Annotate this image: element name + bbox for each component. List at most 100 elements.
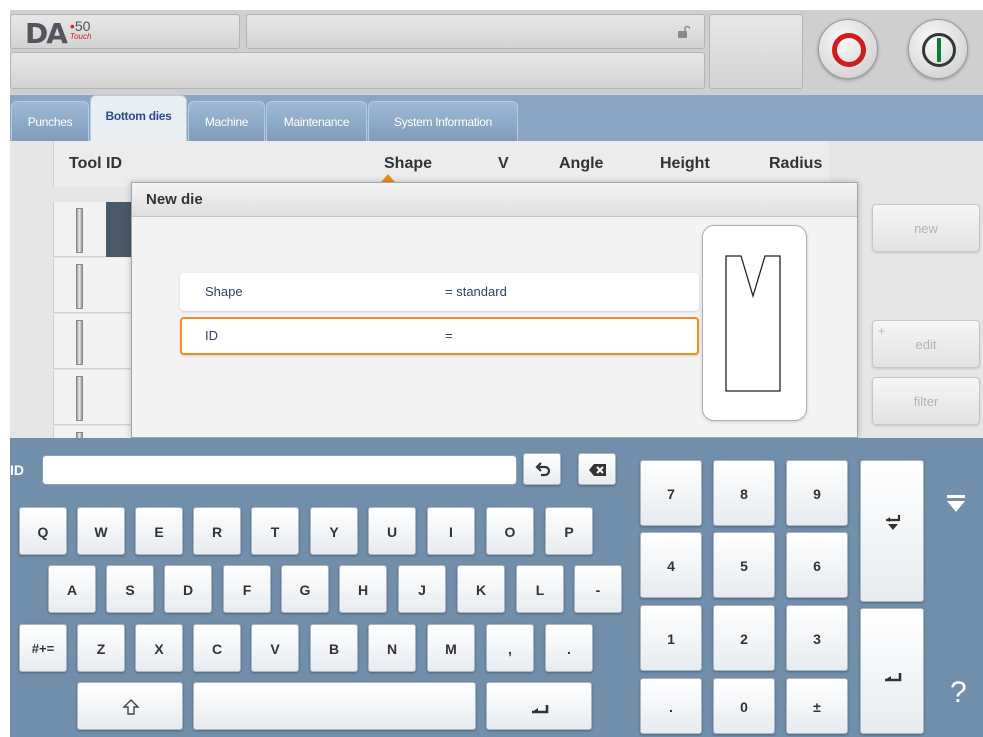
id-label: ID	[205, 328, 218, 343]
logo-text: DA	[25, 17, 68, 50]
key-j[interactable]: J	[398, 565, 446, 613]
key-g[interactable]: G	[281, 565, 329, 613]
screen: DA •50 Touch Punches Bottom dies Machine…	[10, 10, 983, 737]
numpad-4[interactable]: 4	[640, 532, 702, 598]
numpad-9[interactable]: 9	[786, 460, 848, 526]
filter-button[interactable]: filter	[872, 377, 980, 425]
key-t[interactable]: T	[251, 507, 299, 555]
shape-value: = standard	[445, 284, 507, 299]
table-row[interactable]	[53, 314, 131, 369]
table-row[interactable]	[53, 426, 131, 438]
help-icon[interactable]: ?	[950, 678, 967, 708]
numpad-1[interactable]: 1	[640, 605, 702, 671]
enter-down-key[interactable]	[860, 460, 924, 602]
shape-label: Shape	[205, 284, 243, 299]
key-x[interactable]: X	[135, 624, 183, 672]
shift-icon	[122, 699, 140, 715]
tab-machine[interactable]: Machine	[188, 101, 265, 141]
space-key[interactable]	[193, 682, 476, 730]
logo-panel: DA •50 Touch	[10, 14, 240, 49]
key-dash[interactable]: -	[574, 565, 622, 613]
shift-key[interactable]	[77, 682, 183, 730]
key-l[interactable]: L	[516, 565, 564, 613]
edit-button[interactable]: edit +	[872, 320, 980, 368]
key-n[interactable]: N	[368, 624, 416, 672]
key-a[interactable]: A	[48, 565, 96, 613]
key-p[interactable]: P	[545, 507, 593, 555]
enter-down-icon	[886, 515, 901, 530]
numpad-2[interactable]: 2	[713, 605, 775, 671]
status-panel	[246, 14, 705, 49]
column-shape[interactable]: Shape	[384, 141, 432, 187]
key-m[interactable]: M	[427, 624, 475, 672]
die-thumbnail	[76, 208, 83, 253]
table-header: Tool ID Shape V Angle Height Radius	[53, 141, 829, 187]
key-w[interactable]: W	[77, 507, 125, 555]
mode-panel	[709, 14, 803, 89]
key-r[interactable]: R	[193, 507, 241, 555]
column-radius[interactable]: Radius	[769, 141, 822, 187]
table-row[interactable]	[53, 370, 131, 425]
tab-bar: Punches Bottom dies Machine Maintenance …	[10, 95, 983, 141]
numpad-plus-minus[interactable]: ±	[786, 678, 848, 734]
enter-key[interactable]	[486, 682, 592, 730]
key-z[interactable]: Z	[77, 624, 125, 672]
key-u[interactable]: U	[368, 507, 416, 555]
numpad-7[interactable]: 7	[640, 460, 702, 526]
numpad-3[interactable]: 3	[786, 605, 848, 671]
key-comma[interactable]: ,	[486, 624, 534, 672]
id-row[interactable]: ID =	[180, 317, 699, 355]
tab-bottom-dies[interactable]: Bottom dies	[90, 95, 187, 141]
text-input[interactable]	[42, 455, 517, 485]
undo-key[interactable]	[523, 453, 561, 485]
key-o[interactable]: O	[486, 507, 534, 555]
column-height[interactable]: Height	[660, 141, 710, 187]
key-b[interactable]: B	[310, 624, 358, 672]
key-h[interactable]: H	[339, 565, 387, 613]
key-s[interactable]: S	[106, 565, 154, 613]
key-f[interactable]: F	[223, 565, 271, 613]
tab-punches[interactable]: Punches	[11, 101, 89, 141]
logo-model: •50	[69, 18, 91, 34]
numpad-decimal[interactable]: .	[640, 678, 702, 734]
tab-maintenance[interactable]: Maintenance	[266, 101, 367, 141]
logo-sub: •50 Touch	[70, 19, 92, 41]
numpad-0[interactable]: 0	[713, 678, 775, 734]
key-period[interactable]: .	[545, 624, 593, 672]
numpad-6[interactable]: 6	[786, 532, 848, 598]
die-shape-icon	[725, 255, 781, 392]
undo-icon	[535, 462, 551, 477]
on-screen-keyboard: ID Q W E R T Y U I O P A S D F G H J K L…	[10, 438, 983, 737]
table-row[interactable]	[53, 258, 131, 313]
numpad-8[interactable]: 8	[713, 460, 775, 526]
new-button[interactable]: new	[872, 204, 980, 252]
key-e[interactable]: E	[135, 507, 183, 555]
die-preview	[702, 225, 807, 421]
column-v[interactable]: V	[498, 141, 509, 187]
stop-button[interactable]	[818, 19, 878, 79]
column-tool-id[interactable]: Tool ID	[69, 141, 122, 187]
tab-system-information[interactable]: System Information	[368, 101, 518, 141]
key-k[interactable]: K	[457, 565, 505, 613]
key-d[interactable]: D	[164, 565, 212, 613]
table-row[interactable]	[53, 202, 132, 257]
column-angle[interactable]: Angle	[559, 141, 603, 187]
edit-label: edit	[915, 337, 937, 352]
key-c[interactable]: C	[193, 624, 241, 672]
die-thumbnail	[76, 320, 83, 365]
key-symbols[interactable]: #+=	[19, 624, 67, 672]
numpad-5[interactable]: 5	[713, 532, 775, 598]
backspace-key[interactable]	[578, 453, 616, 485]
collapse-keyboard-icon[interactable]	[945, 493, 967, 515]
plus-icon: +	[878, 324, 886, 338]
numpad-enter-key[interactable]	[860, 608, 924, 734]
logo: DA •50 Touch	[25, 19, 91, 49]
key-y[interactable]: Y	[310, 507, 358, 555]
unlock-icon[interactable]	[676, 25, 690, 39]
key-q[interactable]: Q	[19, 507, 67, 555]
key-i[interactable]: I	[427, 507, 475, 555]
shape-row[interactable]: Shape = standard	[180, 273, 699, 311]
start-button[interactable]	[908, 19, 968, 79]
stop-icon	[832, 33, 866, 67]
key-v[interactable]: V	[251, 624, 299, 672]
